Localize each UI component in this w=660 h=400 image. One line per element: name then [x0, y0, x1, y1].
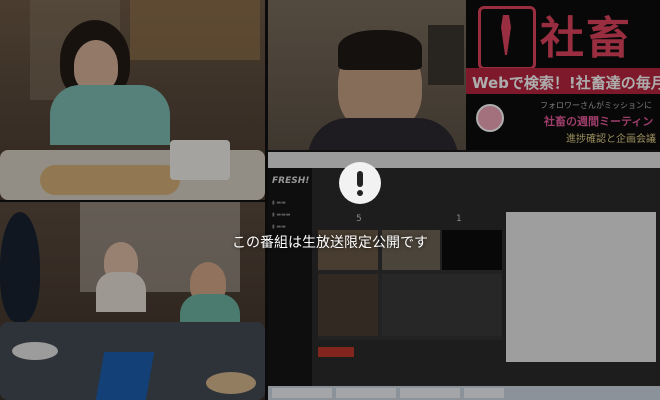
screen: 社畜 Webで検索！!社畜達の毎月 フォロワーさんがミッションに 社畜の週間ミー… [0, 0, 660, 400]
exclamation-icon [339, 162, 381, 204]
live-only-message: この番組は生放送限定公開です [232, 235, 428, 251]
live-only-overlay [0, 0, 660, 400]
